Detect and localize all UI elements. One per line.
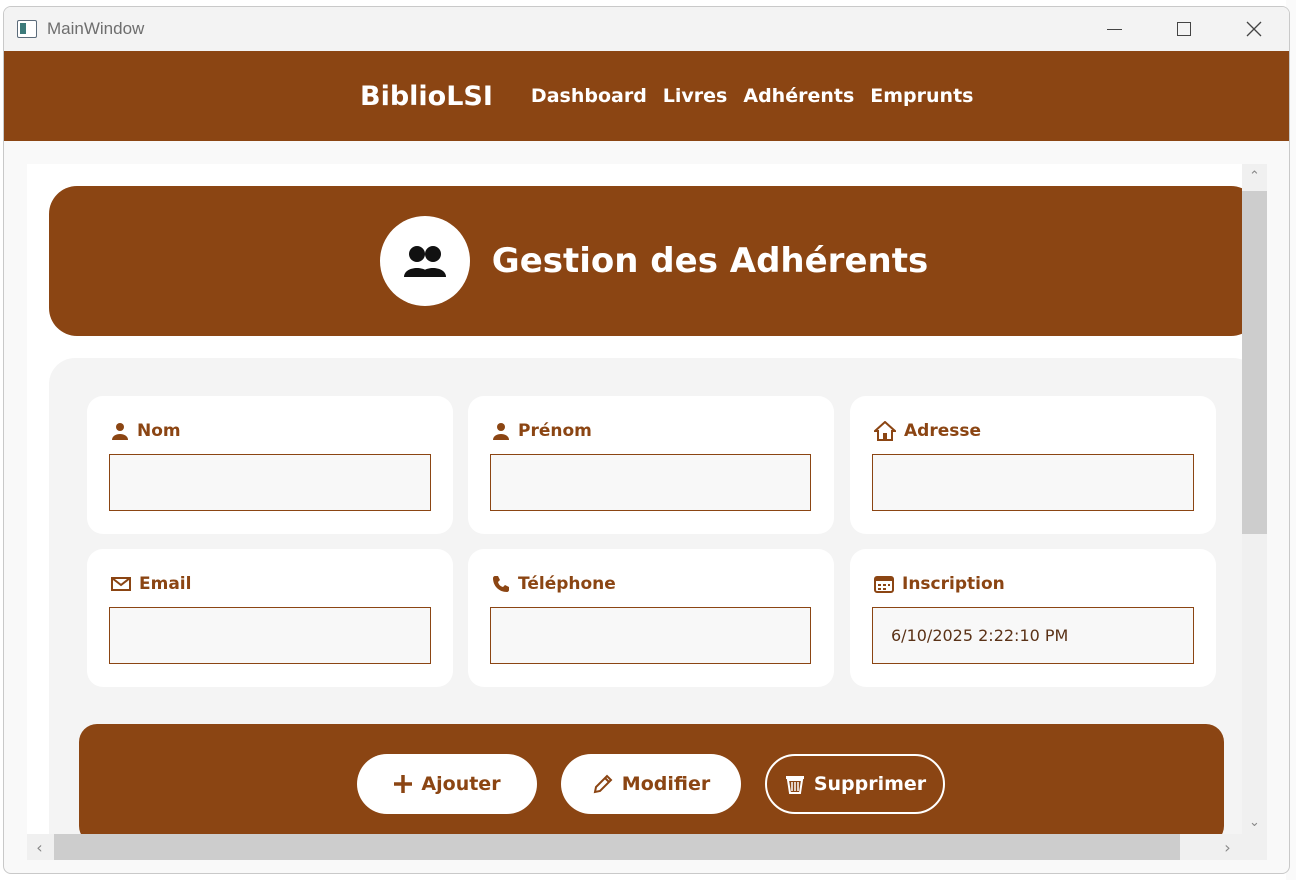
main-window: MainWindow BiblioLSI Dashboard Livres Ad…	[3, 6, 1290, 874]
prenom-label: Prénom	[518, 421, 592, 441]
field-label-inscription: Inscription	[874, 574, 1005, 594]
field-label-prenom: Prénom	[492, 421, 592, 441]
adresse-input[interactable]	[872, 454, 1194, 511]
inscription-label: Inscription	[902, 574, 1005, 594]
brand-title: BiblioLSI	[360, 80, 493, 112]
page-header: Gestion des Adhérents	[49, 186, 1259, 336]
pencil-icon	[593, 774, 613, 794]
edit-button-label: Modifier	[621, 773, 711, 795]
scroll-content-area: Gestion des Adhérents Nom Prénom Adresse…	[27, 164, 1267, 860]
nav-links: Dashboard Livres Adhérents Emprunts	[531, 85, 974, 107]
title-bar: MainWindow	[4, 7, 1289, 51]
action-bar: Ajouter Modifier Supprimer	[79, 724, 1224, 844]
field-card-nom: Nom	[87, 396, 453, 534]
nav-link-livres[interactable]: Livres	[663, 85, 728, 107]
field-card-prenom: Prénom	[468, 396, 834, 534]
delete-button[interactable]: Supprimer	[765, 754, 945, 814]
house-icon	[874, 421, 896, 441]
add-button-label: Ajouter	[421, 773, 501, 795]
delete-button-label: Supprimer	[813, 773, 927, 795]
field-label-email: Email	[111, 574, 191, 594]
field-label-telephone: Téléphone	[492, 574, 616, 594]
window-title: MainWindow	[47, 19, 145, 38]
close-button[interactable]	[1219, 7, 1289, 51]
scroll-left-icon[interactable]: ‹	[27, 834, 52, 860]
nav-link-dashboard[interactable]: Dashboard	[531, 85, 647, 107]
maximize-button[interactable]	[1149, 7, 1219, 51]
horizontal-scroll-thumb[interactable]	[54, 834, 1180, 860]
field-card-telephone: Téléphone	[468, 549, 834, 687]
app-icon	[17, 20, 37, 38]
adresse-label: Adresse	[904, 421, 982, 441]
field-label-adresse: Adresse	[874, 421, 981, 441]
field-label-nom: Nom	[111, 421, 181, 441]
maximize-icon	[1177, 22, 1191, 36]
scroll-up-icon[interactable]: ⌃	[1242, 164, 1267, 188]
field-card-adresse: Adresse	[850, 396, 1216, 534]
minimize-icon	[1106, 28, 1122, 30]
person-icon	[112, 423, 128, 440]
calendar-icon	[874, 576, 894, 593]
close-icon	[1246, 21, 1262, 37]
page-title: Gestion des Adhérents	[491, 241, 929, 281]
minimize-button[interactable]	[1079, 7, 1149, 51]
phone-icon	[493, 576, 509, 592]
form-panel: Nom Prénom Adresse Email Téléphone Inscr…	[49, 358, 1259, 860]
trash-icon	[785, 776, 804, 794]
users-icon	[403, 246, 446, 277]
prenom-input[interactable]	[490, 454, 811, 511]
email-icon	[111, 577, 131, 591]
field-card-inscription: Inscription	[850, 549, 1216, 687]
plus-icon	[394, 775, 413, 793]
telephone-label: Téléphone	[518, 574, 616, 594]
scroll-down-icon[interactable]: ⌄	[1242, 810, 1267, 834]
window-controls	[1079, 7, 1289, 51]
horizontal-scrollbar[interactable]: ‹ ›	[27, 834, 1267, 860]
scroll-right-icon[interactable]: ›	[1215, 834, 1240, 860]
inscription-date-input[interactable]	[872, 607, 1194, 664]
email-input[interactable]	[109, 607, 431, 664]
vertical-scrollbar[interactable]: ⌃ ⌄	[1242, 164, 1267, 834]
top-navbar: BiblioLSI Dashboard Livres Adhérents Emp…	[4, 51, 1289, 141]
vertical-scroll-thumb[interactable]	[1242, 191, 1267, 534]
email-label: Email	[139, 574, 192, 594]
field-card-email: Email	[87, 549, 453, 687]
nav-link-adherents[interactable]: Adhérents	[743, 85, 854, 107]
nom-label: Nom	[137, 421, 181, 441]
nom-input[interactable]	[109, 454, 431, 511]
header-icon-circle	[379, 216, 470, 306]
edit-button[interactable]: Modifier	[561, 754, 741, 814]
person-icon	[493, 423, 509, 440]
add-button[interactable]: Ajouter	[357, 754, 537, 814]
telephone-input[interactable]	[490, 607, 811, 664]
nav-link-emprunts[interactable]: Emprunts	[870, 85, 973, 107]
